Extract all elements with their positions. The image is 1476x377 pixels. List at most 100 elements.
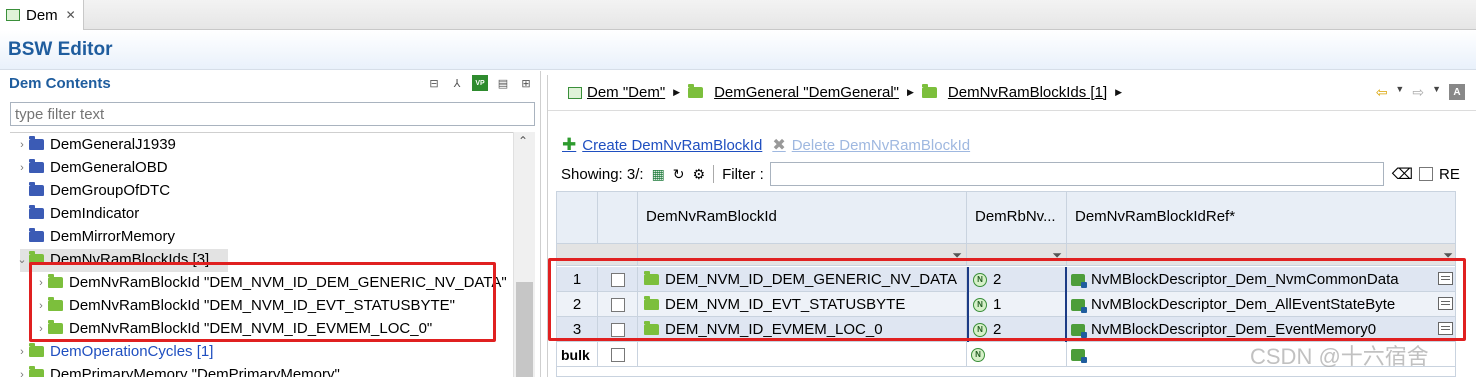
table-filter-input[interactable] [769,162,1384,186]
folder-icon [29,182,44,196]
tree-item[interactable]: › DemGeneralJ1939 [15,133,176,156]
history-nav: ⇦ ▼ ⇨ ▼ A [1376,84,1465,101]
filter-label: Filter : [722,165,764,183]
header-check [598,192,638,243]
expand-icon[interactable]: › [15,162,29,174]
refresh-icon[interactable]: ↻ [673,166,685,183]
tree-item[interactable]: DemIndicator [15,202,139,225]
bulk-label: bulk [561,346,590,363]
tree-item-label: DemGeneralJ1939 [50,136,176,153]
close-icon[interactable]: ✕ [66,8,76,22]
expand-icon[interactable]: › [15,369,29,377]
tree-item-label: DemGroupOfDTC [50,182,171,199]
plus-icon: ✚ [562,135,577,154]
layout-icon[interactable]: ⊞ [518,75,534,91]
actions-bar: ✚ Create DemNvRamBlockId ✖ Delete DemNvR… [562,135,970,155]
table-header-row: DemNvRamBlockId DemRbNv... DemNvRamBlock… [557,192,1455,244]
reference-icon [1071,348,1087,363]
breadcrumb: Dem "Dem" ▶ DemGeneral "DemGeneral" ▶ De… [548,75,1476,111]
folder-icon [29,136,44,150]
settings-icon[interactable]: ⚙ [693,166,706,183]
breadcrumb-label[interactable]: Dem "Dem" [587,84,665,101]
number-icon: N [971,347,985,362]
watermark: CSDN @十六宿舍 [1250,344,1429,369]
regex-label: RE [1438,165,1460,183]
breadcrumb-label[interactable]: DemNvRamBlockIds [1] [948,84,1107,101]
header-id[interactable]: DemNvRamBlockId [638,192,967,243]
module-icon [568,86,582,99]
contents-toolbar: ⊟ ⅄ VP ▤ ⊞ [426,75,534,91]
expand-icon[interactable]: › [15,346,29,358]
header-num [557,192,598,243]
divider [713,165,715,183]
tree-item-label: DemIndicator [50,205,140,222]
clear-filter-icon[interactable]: ⌫ [1392,165,1413,183]
regex-toggle: ⌫ RE [1392,165,1460,184]
delete-icon: ✖ [772,137,786,154]
chevron-down-icon[interactable]: ▼ [1395,84,1404,101]
tree-item-label: DemMirrorMemory [50,228,175,245]
tree-scrollbar[interactable]: ⌃ [513,132,535,377]
tree-item-label: DemOperationCycles [1] [50,343,214,360]
breadcrumb-item[interactable]: DemGeneral "DemGeneral" [688,84,899,101]
tree-item-label: DemGeneralOBD [50,159,168,176]
tree-item[interactable]: › DemPrimaryMemory "DemPrimaryMemory" [15,363,340,377]
highlight-box [548,258,1466,341]
bulk-label-cell: bulk [557,342,598,367]
column-header: DemNvRamBlockId [646,208,777,225]
tree-filter-input[interactable] [10,102,535,126]
folder-icon [29,159,44,173]
folder-icon [29,205,44,219]
delete-label: Delete DemNvRamBlockId [791,136,971,154]
forward-arrow-icon[interactable]: ⇨ [1412,84,1424,101]
column-header: DemRbNv... [975,208,1056,225]
font-icon[interactable]: A [1449,84,1465,100]
chevron-down-icon[interactable]: ▼ [1432,84,1441,101]
breadcrumb-arrow-icon[interactable]: ▶ [673,87,680,98]
expand-icon[interactable]: › [15,139,29,151]
tree-item[interactable]: DemMirrorMemory [15,225,175,248]
chevron-up-icon[interactable]: ⌃ [518,134,528,148]
highlight-box [29,262,496,342]
editor-tab-strip: Dem ✕ [0,0,1476,30]
bulk-rb-cell[interactable]: N [967,342,1067,367]
contents-title: Dem Contents [9,75,111,92]
tree-item[interactable]: › DemOperationCycles [1] [15,340,213,363]
delete-button[interactable]: ✖ Delete DemNvRamBlockId [772,135,970,155]
bulk-check-cell [598,342,638,367]
regex-checkbox[interactable] [1418,167,1433,181]
folder-icon [688,84,704,98]
folder-icon [29,343,44,357]
editor-title: BSW Editor [8,39,113,60]
table-tools: ▦ ↻ ⚙ [652,166,706,183]
excel-export-icon[interactable]: ▦ [652,166,665,183]
breadcrumb-arrow-icon[interactable]: ▶ [907,87,914,98]
tab-dem[interactable]: Dem ✕ [0,0,84,30]
breadcrumb-item[interactable]: Dem "Dem" [568,84,665,101]
folder-icon [29,228,44,242]
create-label: Create DemNvRamBlockId [582,136,763,154]
folder-icon [29,366,44,377]
hierarchy-icon[interactable]: ⅄ [449,75,465,91]
back-arrow-icon[interactable]: ⇦ [1376,84,1388,101]
editor-header: BSW Editor [0,30,1476,70]
scroll-thumb[interactable] [516,282,533,377]
bulk-id-cell[interactable] [638,342,967,367]
variant-icon[interactable]: VP [472,75,488,91]
tree-item[interactable]: › DemGeneralOBD [15,156,168,179]
breadcrumb-arrow-icon[interactable]: ▶ [1115,87,1122,98]
column-header: DemNvRamBlockIdRef* [1075,208,1236,225]
tree-item[interactable]: DemGroupOfDTC [15,179,170,202]
header-rb[interactable]: DemRbNv... [967,192,1067,243]
bulk-checkbox[interactable] [610,347,625,362]
table-toolbar: Showing: 3/: ▦ ↻ ⚙ Filter : ⌫ RE [561,161,1471,187]
collapse-icon[interactable]: ⌄ [15,253,29,266]
breadcrumb-item[interactable]: DemNvRamBlockIds [1] [921,84,1107,101]
header-ref[interactable]: DemNvRamBlockIdRef* [1067,192,1455,243]
create-button[interactable]: ✚ Create DemNvRamBlockId [562,135,762,155]
showing-count: Showing: 3/: [561,165,644,183]
folder-icon [921,84,937,98]
collapse-all-icon[interactable]: ⊟ [426,75,442,91]
document-icon[interactable]: ▤ [495,75,511,91]
breadcrumb-label[interactable]: DemGeneral "DemGeneral" [714,84,899,101]
